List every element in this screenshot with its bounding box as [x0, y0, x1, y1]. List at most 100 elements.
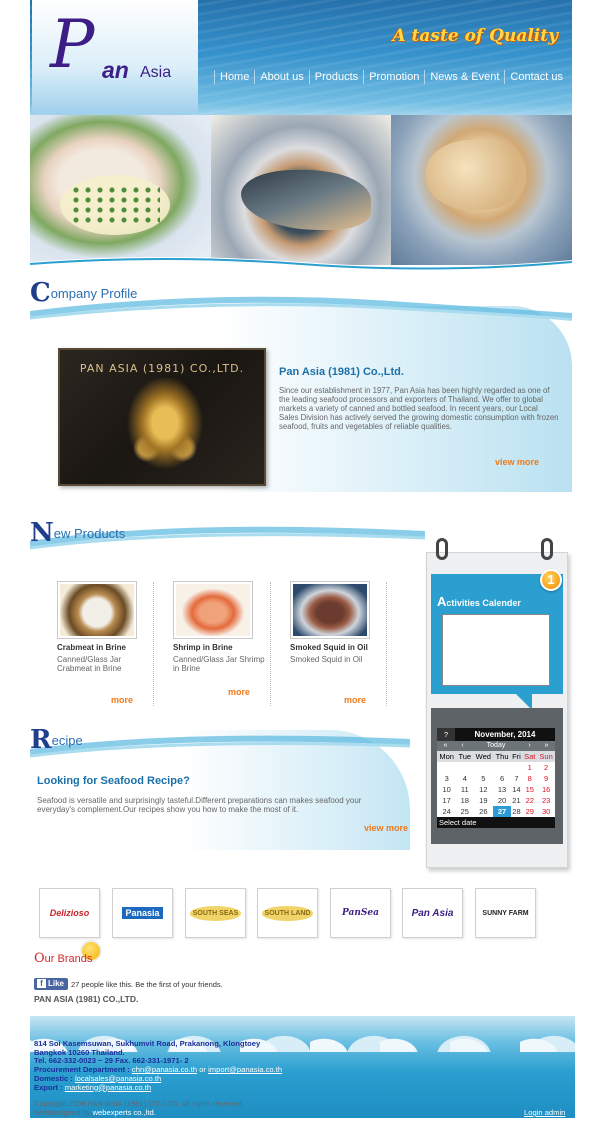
- date-cell[interactable]: 13: [493, 784, 510, 795]
- site-header: P an Asia A taste of Quality Home About …: [30, 0, 572, 272]
- product-divider: [386, 582, 387, 706]
- footer-contact: 814 Soi Kasemsuwan, Sukhumvit Road, Prak…: [34, 1039, 282, 1092]
- date-cell[interactable]: 23: [537, 795, 555, 806]
- date-cell[interactable]: 22: [522, 795, 537, 806]
- date-cell[interactable]: 25: [456, 806, 473, 817]
- week-row: 10 11 12 13 14 15 16: [437, 784, 555, 795]
- help-button[interactable]: ?: [437, 728, 455, 741]
- calendar-title: Activities Calender: [437, 594, 521, 609]
- weekday-label: Sat: [522, 751, 538, 762]
- title-cap-letter: A: [437, 594, 447, 609]
- fish-shape: [240, 170, 371, 230]
- company-plaque-image: PAN ASIA (1981) CO.,LTD.: [58, 348, 266, 486]
- brand-logo-south-land[interactable]: SOUTH LAND: [257, 888, 318, 938]
- product-thumbnail[interactable]: [57, 581, 137, 639]
- profile-view-more-link[interactable]: view more: [495, 457, 539, 467]
- select-date-label: Select date: [437, 817, 555, 828]
- product-card-crabmeat[interactable]: Crabmeat in Brine Canned/Glass Jar Crabm…: [57, 581, 153, 673]
- import-email-link[interactable]: import@panasia.co.th: [208, 1065, 282, 1074]
- date-cell[interactable]: 29: [522, 806, 537, 817]
- copyright: Copyright 2008 PAN-ASIA (1981) CO.,LTD. …: [34, 1099, 244, 1117]
- logo[interactable]: P an Asia: [32, 0, 198, 114]
- date-cell[interactable]: 21: [511, 795, 523, 806]
- product-more-link-shrimp[interactable]: more: [228, 687, 250, 697]
- date-cell[interactable]: 4: [456, 773, 473, 784]
- date-cell[interactable]: 17: [437, 795, 456, 806]
- prev-month-button[interactable]: ‹: [454, 741, 471, 751]
- title-rest: ompany Profile: [50, 286, 138, 301]
- recipe-view-more-link[interactable]: view more: [364, 823, 408, 833]
- date-cell[interactable]: 26: [473, 806, 493, 817]
- header-bottom-wave: [30, 257, 572, 272]
- brand-logo-panasia[interactable]: Panasia: [112, 888, 173, 938]
- product-thumbnail[interactable]: [173, 581, 253, 639]
- date-cell[interactable]: 24: [437, 806, 456, 817]
- brand-logo-pan-asia[interactable]: Pan Asia: [402, 888, 463, 938]
- date-picker-nav: « ‹ Today › »: [437, 741, 555, 751]
- next-year-button[interactable]: »: [538, 741, 555, 751]
- week-row: 3456789: [437, 773, 555, 784]
- prev-year-button[interactable]: «: [437, 741, 454, 751]
- date-cell[interactable]: 18: [456, 795, 473, 806]
- nav-about-us[interactable]: About us: [254, 70, 308, 84]
- today-button[interactable]: Today: [471, 741, 521, 751]
- brand-logo-south-seas[interactable]: SOUTH SEAS: [185, 888, 246, 938]
- date-cell[interactable]: 14: [511, 784, 523, 795]
- week-row: 24 25 26 27 28 29 30: [437, 806, 555, 817]
- product-desc: Canned/Glass Jar Shrimp in Brine: [173, 655, 265, 673]
- recipe-heading: Looking for Seafood Recipe?: [37, 775, 190, 787]
- date-cell[interactable]: 1: [522, 762, 537, 773]
- login-admin-link[interactable]: Login admin: [524, 1108, 565, 1117]
- main-nav: Home About us Products Promotion News & …: [214, 70, 568, 84]
- product-card-squid[interactable]: Smoked Squid in Oil Smoked Squid in Oil: [290, 581, 386, 664]
- binder-ring-icon: [541, 538, 553, 560]
- date-cell[interactable]: 9: [537, 773, 555, 784]
- designer-link[interactable]: webexperts co.,ltd.: [93, 1108, 156, 1117]
- date-cell[interactable]: 20: [493, 795, 510, 806]
- product-more-link-squid[interactable]: more: [344, 695, 366, 705]
- next-month-button[interactable]: ›: [521, 741, 538, 751]
- plaque-text: PAN ASIA (1981) CO.,LTD.: [79, 362, 245, 375]
- date-cell[interactable]: 19: [473, 795, 493, 806]
- nav-products[interactable]: Products: [308, 70, 363, 84]
- date-cell[interactable]: 27: [493, 806, 511, 817]
- product-card-shrimp[interactable]: Shrimp in Brine Canned/Glass Jar Shrimp …: [173, 581, 269, 673]
- brand-logo-sunny-farm[interactable]: SUNNY FARM: [475, 888, 536, 938]
- date-cell[interactable]: 11: [456, 784, 473, 795]
- date-cell[interactable]: 5: [473, 773, 493, 784]
- procurement-email-link[interactable]: chn@panasia.co.th: [132, 1065, 197, 1074]
- date-cell[interactable]: 12: [473, 784, 493, 795]
- brand-name: SOUTH LAND: [261, 905, 314, 921]
- domestic-label: Domestic :: [34, 1073, 73, 1083]
- weekday-label: Fri: [510, 751, 523, 762]
- date-cell: [437, 762, 456, 773]
- brand-name: Pan Asia: [411, 907, 454, 919]
- brand-logo-delizioso[interactable]: Delizioso: [39, 888, 100, 938]
- title-cap-letter: C: [30, 278, 51, 308]
- date-picker: ? November, 2014 « ‹ Today › » Mon Tue W…: [437, 728, 555, 828]
- calendar-events-box: [442, 614, 550, 686]
- date-cell[interactable]: 10: [437, 784, 456, 795]
- nav-contact-us[interactable]: Contact us: [504, 70, 568, 84]
- date-cell[interactable]: 3: [437, 773, 456, 784]
- date-cell[interactable]: 15: [522, 784, 537, 795]
- export-email-link[interactable]: marketing@panasia.co.th: [65, 1083, 151, 1092]
- export-label: Export :: [34, 1082, 63, 1092]
- date-cell[interactable]: 28: [511, 806, 523, 817]
- date-cell[interactable]: 8: [522, 773, 537, 784]
- nav-promotion[interactable]: Promotion: [363, 70, 424, 84]
- facebook-like-button[interactable]: f Like: [34, 978, 68, 990]
- date-cell[interactable]: 6: [493, 773, 510, 784]
- nav-home[interactable]: Home: [214, 70, 254, 84]
- product-thumbnail[interactable]: [290, 581, 370, 639]
- date-cell[interactable]: 30: [537, 806, 555, 817]
- date-cell[interactable]: 7: [511, 773, 523, 784]
- brand-logo-pansea[interactable]: PanSea: [330, 888, 391, 938]
- nav-news-event[interactable]: News & Event: [424, 70, 504, 84]
- date-cell[interactable]: 2: [537, 762, 555, 773]
- product-more-link-crabmeat[interactable]: more: [111, 695, 133, 705]
- peas-shape: [70, 185, 160, 225]
- brand-name: SUNNY FARM: [482, 909, 529, 917]
- date-cell[interactable]: 16: [537, 784, 555, 795]
- domestic-email-link[interactable]: localsales@panasia.co.th: [75, 1074, 161, 1083]
